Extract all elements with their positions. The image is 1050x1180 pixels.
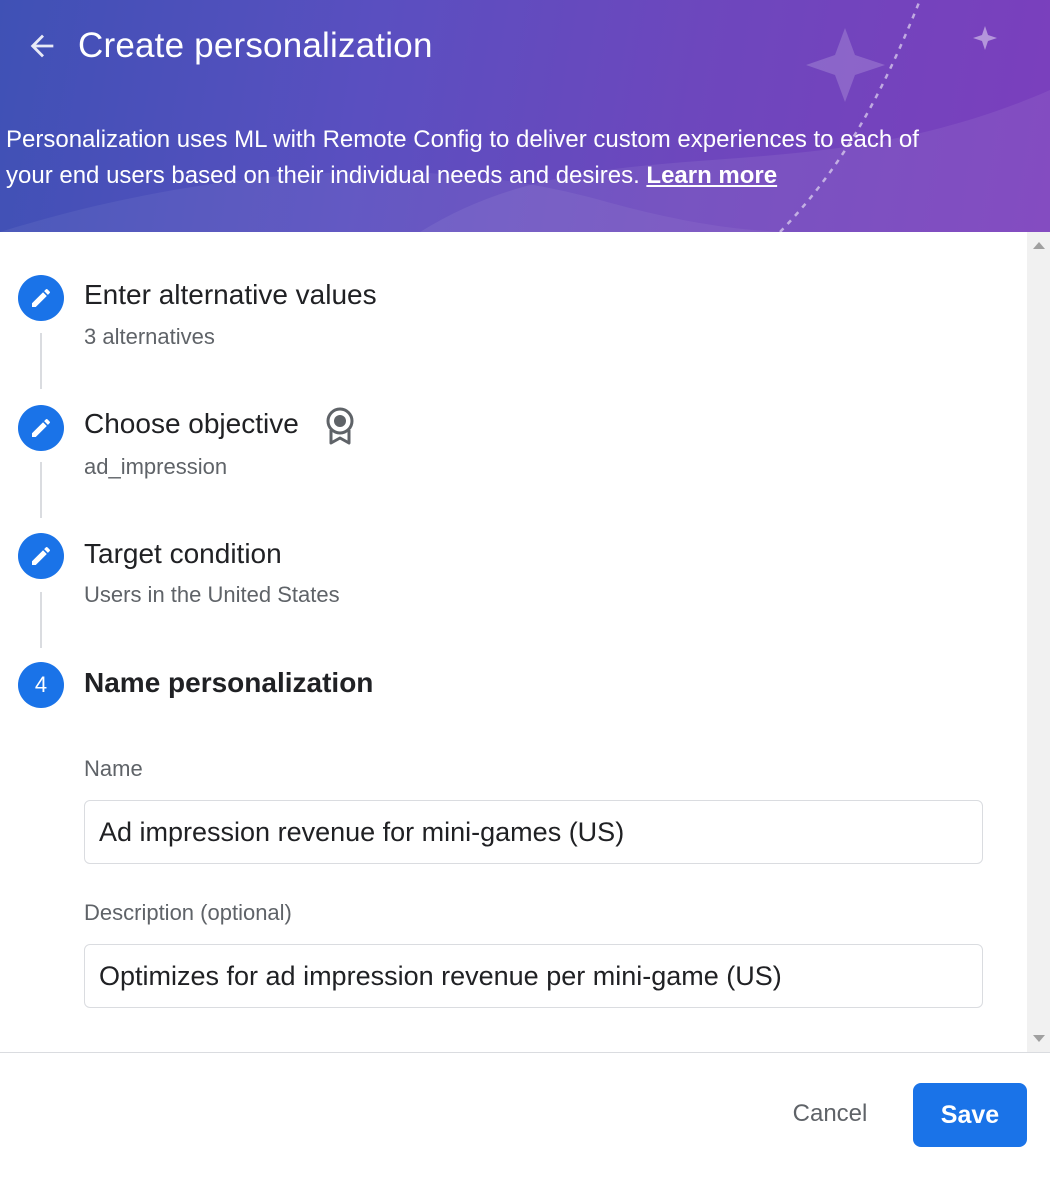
description-input[interactable] (84, 944, 983, 1008)
step-choose-objective[interactable]: Choose objective ad_impression (0, 362, 1000, 492)
step-2-circle (18, 405, 64, 451)
step-4-title: Name personalization (84, 667, 374, 698)
scroll-up-arrow-icon[interactable] (1033, 242, 1045, 249)
step-1-title: Enter alternative values (84, 279, 377, 310)
cancel-button[interactable]: Cancel (772, 1084, 888, 1144)
step-3-subtitle: Users in the United States (84, 582, 340, 607)
step-2-title: Choose objective (84, 408, 299, 439)
step-1-circle (18, 275, 64, 321)
award-ribbon-icon (322, 406, 358, 451)
step-1-subtitle: 3 alternatives (84, 324, 215, 349)
step-4-circle: 4 (18, 662, 64, 708)
description-label: Description (optional) (84, 900, 292, 925)
create-personalization-dialog: Create personalization Personalization u… (0, 0, 1050, 1180)
step-enter-alternative-values[interactable]: Enter alternative values 3 alternatives (0, 232, 1000, 362)
intro-description: Personalization uses ML with Remote Conf… (6, 126, 919, 189)
intro-text: Personalization uses ML with Remote Conf… (6, 122, 966, 194)
pencil-icon (32, 418, 51, 437)
back-button[interactable] (20, 24, 64, 68)
step-name-personalization: 4 Name personalization (0, 622, 1000, 708)
step-3-title: Target condition (84, 538, 282, 569)
dialog-title: Create personalization (78, 26, 433, 65)
step-2-subtitle: ad_impression (84, 454, 228, 479)
scroll-down-arrow-icon[interactable] (1033, 1035, 1045, 1042)
pencil-icon (32, 288, 51, 307)
save-button[interactable]: Save (913, 1083, 1027, 1147)
pencil-icon (32, 546, 51, 565)
stepper-content: Enter alternative values 3 alternatives … (0, 232, 1027, 1052)
step-target-condition[interactable]: Target condition Users in the United Sta… (0, 492, 1000, 622)
learn-more-link[interactable]: Learn more (646, 162, 777, 189)
step-3-circle (18, 533, 64, 579)
name-label: Name (84, 756, 143, 781)
footer-divider (0, 1052, 1050, 1053)
name-input[interactable] (84, 800, 983, 864)
content-scrollbar[interactable] (1027, 232, 1050, 1052)
arrow-back-icon (30, 34, 54, 58)
dialog-header: Create personalization Personalization u… (0, 0, 1050, 232)
